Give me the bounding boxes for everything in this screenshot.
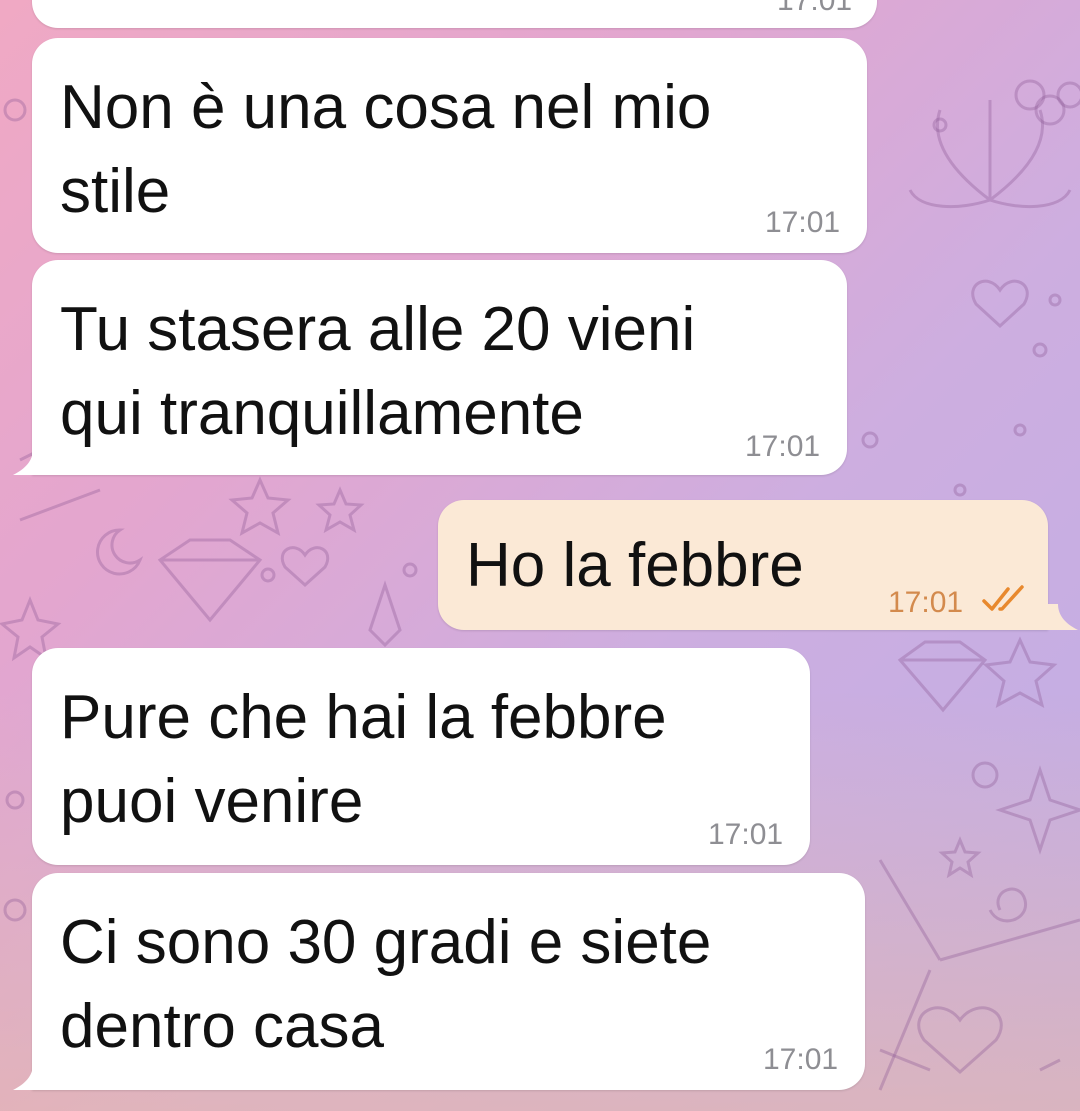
- message-text: Ci sono 30 gradi e siete dentro casa: [60, 908, 712, 1061]
- bubble-tail: [13, 1064, 43, 1090]
- double-check-icon: [982, 585, 1024, 611]
- message-text: Pure che hai la febbre puoi venire: [60, 683, 667, 836]
- message-bubble-incoming[interactable]: 17:01: [32, 0, 877, 28]
- message-time: 17:01: [745, 430, 821, 463]
- message-time: 17:01: [888, 586, 964, 619]
- bubble-tail: [1048, 604, 1078, 630]
- message-bubble-incoming[interactable]: Non è una cosa nel mio stile 17:01: [32, 38, 867, 253]
- message-text: Tu stasera alle 20 vieni qui tranquillam…: [60, 295, 696, 448]
- message-bubble-incoming[interactable]: Tu stasera alle 20 vieni qui tranquillam…: [32, 260, 847, 475]
- message-time: 17:01: [763, 1043, 839, 1076]
- bubble-tail: [13, 449, 43, 475]
- message-time: 17:01: [708, 818, 784, 851]
- message-time: 17:01: [777, 0, 853, 17]
- message-bubble-incoming[interactable]: Ci sono 30 gradi e siete dentro casa 17:…: [32, 873, 865, 1090]
- message-time: 17:01: [765, 206, 841, 239]
- message-bubble-incoming[interactable]: Pure che hai la febbre puoi venire 17:01: [32, 648, 810, 865]
- message-text: Non è una cosa nel mio stile: [60, 73, 712, 226]
- message-bubble-outgoing[interactable]: Ho la febbre 17:01: [438, 500, 1048, 630]
- message-text: Ho la febbre: [466, 531, 804, 600]
